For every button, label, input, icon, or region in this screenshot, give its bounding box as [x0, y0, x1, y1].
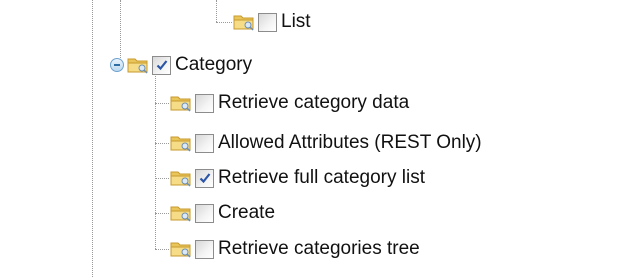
- tree-node-retrieve-full-category-list[interactable]: Retrieve full category list: [170, 163, 425, 193]
- tree-node-label: Allowed Attributes (REST Only): [218, 132, 482, 153]
- tree-node-label: Retrieve categories tree: [218, 238, 420, 259]
- checkmark-icon: [156, 59, 168, 71]
- retrieve-full-category-list-checkbox[interactable]: [195, 168, 214, 188]
- tree-connector-child-5: [155, 249, 169, 250]
- category-checkbox[interactable]: [152, 55, 171, 75]
- create-checkbox[interactable]: [195, 203, 214, 223]
- retrieve-categories-tree-checkbox[interactable]: [195, 239, 214, 259]
- checkmark-icon: [199, 172, 211, 184]
- folder-icon: [170, 204, 192, 222]
- tree-connector-child-3: [155, 178, 169, 179]
- tree-connector-child-2: [155, 143, 169, 144]
- tree-connector-child-1: [155, 103, 169, 104]
- tree-node-label: Category: [175, 54, 253, 75]
- tree-node-list[interactable]: List: [233, 7, 311, 37]
- tree-node-retrieve-categories-tree[interactable]: Retrieve categories tree: [170, 234, 420, 264]
- folder-icon: [170, 94, 192, 112]
- tree-guide-category-children: [155, 76, 156, 249]
- folder-icon: [170, 134, 192, 152]
- tree-guide-outer-1: [92, 0, 93, 277]
- allowed-attributes-checkbox[interactable]: [195, 133, 214, 153]
- tree-guide-list: [216, 0, 217, 22]
- folder-icon: [170, 169, 192, 187]
- collapse-toggle-icon[interactable]: [110, 58, 124, 72]
- list-checkbox[interactable]: [258, 12, 277, 32]
- tree-node-label: Retrieve category data: [218, 92, 410, 113]
- folder-icon: [233, 13, 255, 31]
- permissions-tree: List Category Retrieve category data All…: [0, 0, 623, 277]
- retrieve-category-data-checkbox[interactable]: [195, 93, 214, 113]
- tree-connector-child-4: [155, 213, 169, 214]
- tree-node-label: Retrieve full category list: [218, 167, 425, 188]
- tree-node-create[interactable]: Create: [170, 198, 275, 228]
- tree-node-label: Create: [218, 202, 276, 223]
- tree-node-label: List: [281, 11, 311, 32]
- tree-connector-list: [216, 22, 232, 23]
- tree-node-category[interactable]: Category: [110, 50, 252, 80]
- folder-icon: [170, 240, 192, 258]
- folder-icon: [127, 56, 149, 74]
- tree-node-allowed-attributes[interactable]: Allowed Attributes (REST Only): [170, 128, 482, 158]
- tree-node-retrieve-category-data[interactable]: Retrieve category data: [170, 88, 409, 118]
